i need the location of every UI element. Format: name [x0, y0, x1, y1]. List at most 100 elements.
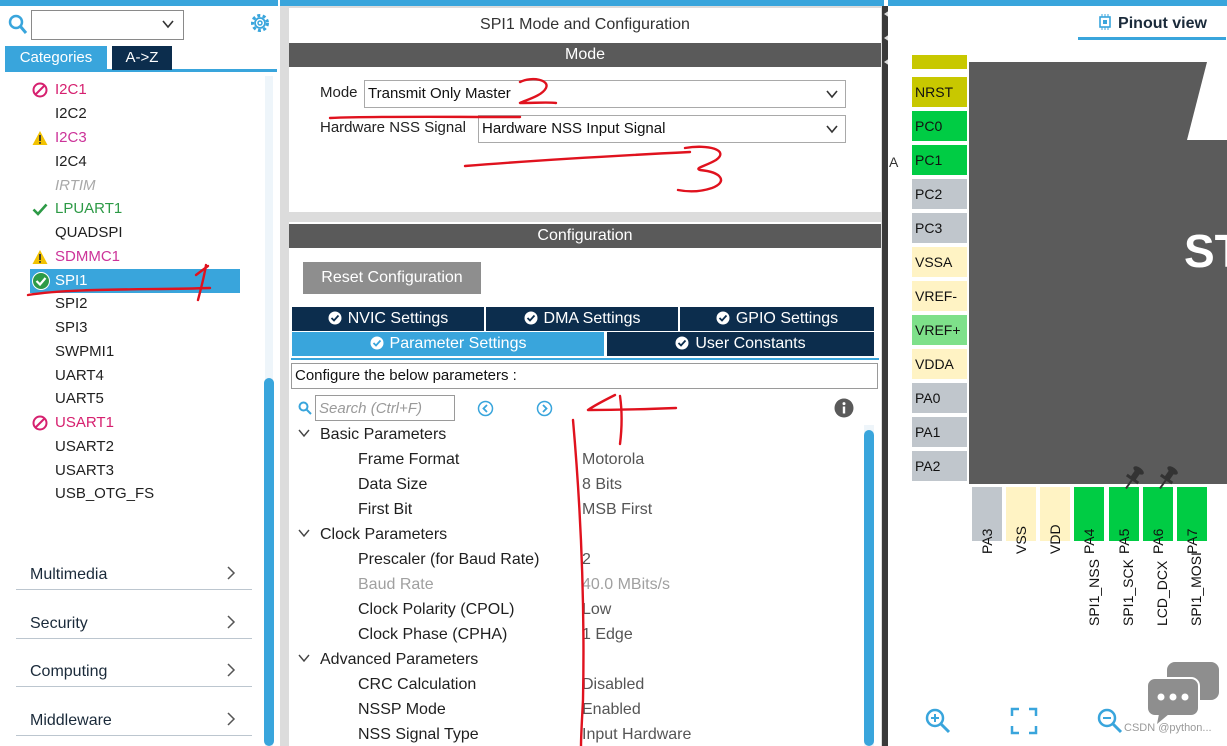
pin-vref+[interactable]: VREF+ — [911, 314, 968, 346]
parameters-scrollbar-thumb[interactable] — [864, 430, 874, 746]
tree-item-swpmi1[interactable]: SWPMI1 — [30, 340, 240, 364]
category-multimedia[interactable]: Multimedia — [16, 556, 252, 590]
tab-label: GPIO Settings — [735, 310, 839, 327]
tree-item-uart4[interactable]: UART4 — [30, 364, 240, 388]
fit-screen-icon[interactable] — [1010, 707, 1038, 735]
tree-item-label: I2C4 — [55, 153, 87, 170]
tree-item-label: I2C2 — [55, 105, 87, 122]
param-frame-format-value[interactable]: Motorola — [582, 447, 644, 472]
pin-pc3[interactable]: PC3 — [911, 212, 968, 244]
pin-vssa[interactable]: VSSA — [911, 246, 968, 278]
tab-label: NVIC Settings — [347, 310, 449, 327]
tab-a-to-z[interactable]: A->Z — [112, 46, 172, 70]
zoom-out-icon[interactable] — [1096, 707, 1124, 735]
tab-label: User Constants — [695, 335, 806, 352]
pin-pa5[interactable]: PA5 — [1108, 486, 1140, 554]
group-clock-parameters[interactable]: Clock Parameters — [298, 522, 447, 547]
tree-item-irtim[interactable]: IRTIM — [30, 174, 240, 198]
tree-item-lpuart1[interactable]: LPUART1 — [30, 197, 240, 221]
chevron-down-icon — [298, 654, 310, 663]
tab-nvic-settings[interactable]: NVIC Settings — [292, 307, 486, 331]
info-icon[interactable] — [834, 398, 854, 418]
pin-pa7[interactable]: PA7 — [1176, 486, 1208, 554]
category-middleware[interactable]: Middleware — [16, 702, 252, 736]
pin-pc2[interactable]: PC2 — [911, 178, 968, 210]
param-prescaler-value[interactable]: 2 — [582, 547, 591, 572]
pin-nrst[interactable]: NRST — [911, 76, 968, 108]
category-computing[interactable]: Computing — [16, 653, 252, 687]
tree-item-usart2[interactable]: USART2 — [30, 435, 240, 459]
tree-item-usart3[interactable]: USART3 — [30, 459, 240, 483]
param-cpha-value[interactable]: 1 Edge — [582, 622, 633, 647]
pin-vdd[interactable]: VDD — [1039, 486, 1071, 554]
pin-pa4[interactable]: PA4 — [1073, 486, 1105, 554]
left-toolbar — [0, 6, 278, 46]
zoom-in-icon[interactable] — [924, 707, 952, 735]
chat-bubble-icon[interactable] — [1145, 660, 1221, 726]
tab-gpio-settings[interactable]: GPIO Settings — [680, 307, 874, 331]
tree-item-quadspi[interactable]: QUADSPI — [30, 221, 240, 245]
pin-pa0[interactable]: PA0 — [911, 382, 968, 414]
gear-icon[interactable] — [249, 12, 271, 34]
tree-item-uart5[interactable]: UART5 — [30, 387, 240, 411]
tree-item-label: USART3 — [55, 462, 114, 479]
tab-parameter-settings[interactable]: Parameter Settings — [292, 332, 606, 356]
pin-lock-icon[interactable] — [1155, 462, 1181, 492]
tree-item-label: I2C3 — [55, 129, 87, 146]
tree-item-label: QUADSPI — [55, 224, 123, 241]
reset-configuration-button[interactable]: Reset Configuration — [303, 262, 481, 294]
tree-item-i2c2[interactable]: I2C2 — [30, 102, 240, 126]
tree-item-label: USB_OTG_FS — [55, 485, 155, 502]
tree-item-i2c3[interactable]: I2C3 — [30, 126, 240, 150]
param-data-size-value[interactable]: 8 Bits — [582, 472, 622, 497]
tree-item-usart1[interactable]: USART1 — [30, 411, 240, 435]
tree-item-spi3[interactable]: SPI3 — [30, 316, 240, 340]
pin-pc0[interactable]: PC0 — [911, 110, 968, 142]
peripheral-search-combo[interactable] — [31, 10, 184, 40]
check-circle-icon — [32, 272, 50, 290]
pin-vss[interactable]: VSS — [1005, 486, 1037, 554]
category-security[interactable]: Security — [16, 605, 252, 639]
param-cpol-value[interactable]: Low — [582, 597, 611, 622]
mode-label: Mode — [320, 84, 358, 101]
tab-categories[interactable]: Categories — [5, 46, 107, 70]
pin-vdda[interactable]: VDDA — [911, 348, 968, 380]
tab-user-constants[interactable]: User Constants — [607, 332, 874, 356]
mode-select[interactable]: Transmit Only Master — [364, 80, 846, 108]
chevron-down-icon — [298, 529, 310, 538]
previous-result-icon[interactable] — [477, 400, 494, 417]
tab-dma-settings[interactable]: DMA Settings — [486, 307, 680, 331]
tab-pinout-view[interactable]: Pinout view — [1078, 12, 1226, 40]
category-label: Computing — [30, 663, 108, 680]
pin-vref-[interactable]: VREF- — [911, 280, 968, 312]
pin-pa3[interactable]: PA3 — [971, 486, 1003, 554]
search-icon — [298, 401, 312, 415]
pin-pc1[interactable]: PC1 — [911, 144, 968, 176]
chevron-down-icon[interactable] — [161, 17, 175, 31]
pin-pa1[interactable]: PA1 — [911, 416, 968, 448]
tree-item-label: USART2 — [55, 438, 114, 455]
left-scrollbar-thumb[interactable] — [264, 378, 274, 746]
next-result-icon[interactable] — [536, 400, 553, 417]
tree-item-spi1[interactable]: SPI1 — [30, 269, 240, 293]
tree-item-i2c1[interactable]: I2C1 — [30, 78, 240, 102]
param-crc-value[interactable]: Disabled — [582, 672, 644, 697]
param-first-bit-value[interactable]: MSB First — [582, 497, 652, 522]
param-nss-type-value[interactable]: Input Hardware — [582, 722, 691, 746]
tree-item-i2c4[interactable]: I2C4 — [30, 150, 240, 174]
search-icon[interactable] — [8, 14, 28, 36]
pin-pa2[interactable]: PA2 — [911, 450, 968, 482]
tree-item-usb_otg_fs[interactable]: USB_OTG_FS — [30, 482, 240, 506]
pin-lock-icon[interactable] — [1121, 462, 1147, 492]
group-basic-parameters[interactable]: Basic Parameters — [298, 422, 446, 447]
parameter-search-input[interactable]: Search (Ctrl+F) — [315, 395, 455, 421]
tree-item-sdmmc1[interactable]: SDMMC1 — [30, 245, 240, 269]
pin-pa6[interactable]: PA6 — [1142, 486, 1174, 554]
param-nssp-value[interactable]: Enabled — [582, 697, 641, 722]
tree-item-spi2[interactable]: SPI2 — [30, 292, 240, 316]
tree-item-label: LPUART1 — [55, 200, 123, 217]
panel-title: SPI1 Mode and Configuration — [480, 16, 690, 33]
category-tabs: Categories A->Z — [5, 46, 277, 72]
nss-select[interactable]: Hardware NSS Input Signal — [478, 115, 846, 143]
group-advanced-parameters[interactable]: Advanced Parameters — [298, 647, 478, 672]
